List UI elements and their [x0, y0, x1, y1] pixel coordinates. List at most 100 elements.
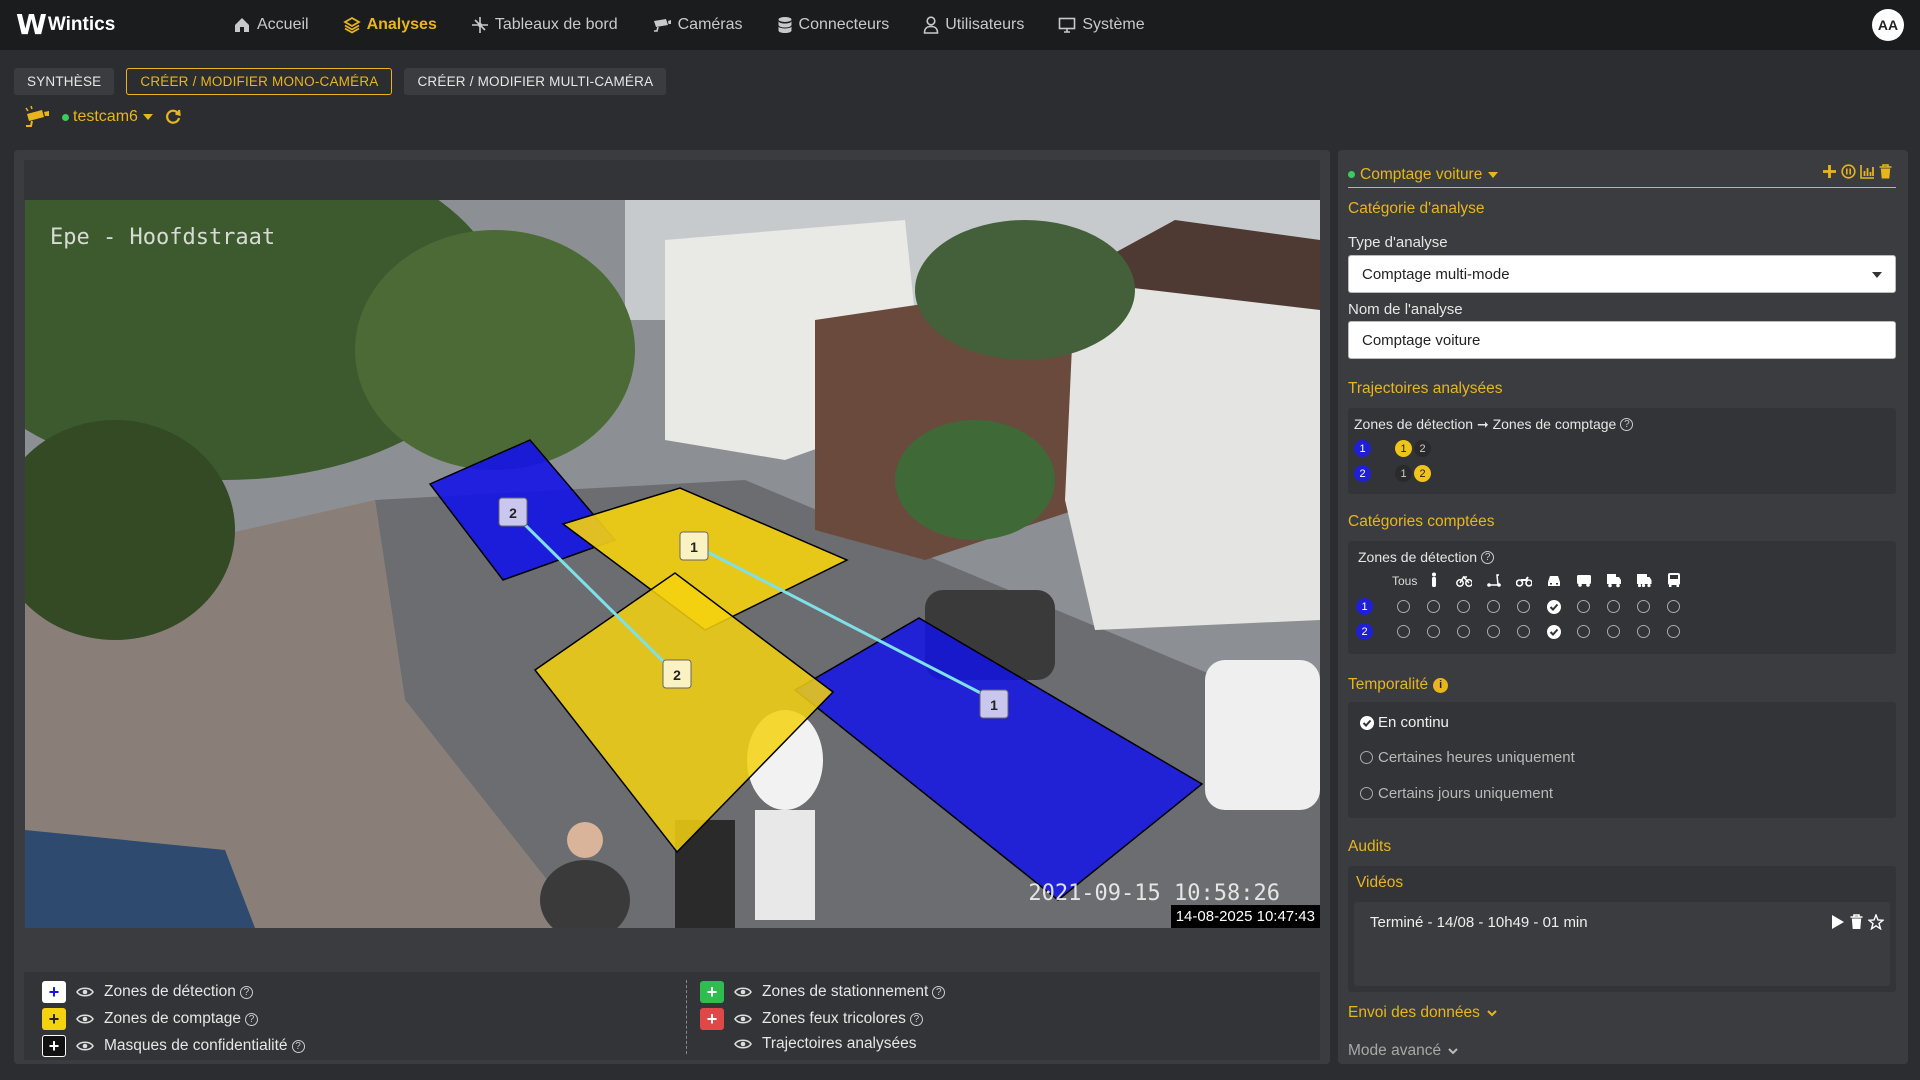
eye-icon[interactable]	[734, 1038, 752, 1050]
category-checkbox[interactable]	[1517, 600, 1530, 613]
detection-zone-badge: 2	[1354, 465, 1371, 482]
video-audit-actions	[1830, 914, 1884, 930]
counting-zone-toggle[interactable]: 1	[1395, 465, 1412, 482]
category-section-title: Catégorie d'analyse	[1348, 200, 1485, 217]
category-checkbox[interactable]	[1397, 625, 1410, 638]
nav-cameras[interactable]: Caméras	[652, 16, 743, 34]
analysis-type-select[interactable]: Comptage multi-mode	[1348, 255, 1896, 293]
help-icon[interactable]: ?	[1620, 418, 1634, 431]
help-icon[interactable]: ?	[239, 985, 253, 999]
nav-analyses[interactable]: Analyses	[342, 16, 437, 34]
eye-icon[interactable]	[76, 1040, 94, 1052]
help-icon[interactable]: ?	[245, 1012, 259, 1026]
nav-label: Caméras	[677, 16, 743, 33]
category-checkbox[interactable]	[1607, 625, 1620, 638]
add-counting-zone-button[interactable]: +	[42, 1008, 66, 1030]
category-checkbox[interactable]	[1427, 625, 1440, 638]
tab-mono-camera[interactable]: CRÉER / MODIFIER MONO-CAMÉRA	[126, 68, 393, 95]
category-checkbox[interactable]	[1487, 625, 1500, 638]
plus-icon[interactable]	[1822, 164, 1837, 179]
send-data-title: Envoi des données	[1348, 1004, 1480, 1021]
temporality-option-continuous[interactable]: En continu	[1360, 714, 1449, 731]
category-checkbox[interactable]	[1637, 600, 1650, 613]
add-parking-zone-button[interactable]: +	[700, 981, 724, 1003]
user-avatar[interactable]: AA	[1872, 9, 1904, 41]
chart-icon[interactable]	[1860, 164, 1875, 179]
scooter-icon	[1487, 574, 1501, 587]
nav-accueil[interactable]: Accueil	[233, 16, 309, 34]
trajectories-header: Zones de détection ➞ Zones de comptage ?	[1354, 416, 1634, 433]
category-checkbox-checked[interactable]	[1547, 625, 1561, 639]
detection-zone-badge: 1	[1354, 440, 1371, 457]
add-privacy-mask-button[interactable]: +	[42, 1035, 66, 1057]
advanced-mode-section[interactable]: Mode avancé	[1348, 1042, 1459, 1060]
star-icon[interactable]	[1868, 914, 1884, 930]
camera-status-dot	[62, 113, 69, 121]
counting-zone-toggle[interactable]: 2	[1414, 440, 1431, 457]
help-icon[interactable]: ?	[1481, 550, 1495, 564]
scene-illustration: 2 1 1 2	[25, 200, 1320, 928]
camera-overlay-time: 2021-09-15 10:58:26	[1028, 881, 1280, 906]
tab-synthese[interactable]: SYNTHÈSE	[14, 68, 115, 95]
eye-icon[interactable]	[76, 1013, 94, 1025]
tab-multi-camera[interactable]: CRÉER / MODIFIER MULTI-CAMÉRA	[404, 68, 667, 95]
temporality-option-hours[interactable]: Certaines heures uniquement	[1360, 749, 1575, 766]
analysis-header[interactable]: Comptage voiture	[1348, 162, 1896, 188]
pause-icon[interactable]	[1841, 164, 1856, 179]
refresh-icon[interactable]	[164, 108, 182, 126]
eye-icon[interactable]	[76, 986, 94, 998]
name-label: Nom de l'analyse	[1348, 301, 1463, 318]
category-checkbox[interactable]	[1667, 600, 1680, 613]
category-checkbox[interactable]	[1577, 600, 1590, 613]
nav-tableaux-de-bord[interactable]: Tableaux de bord	[471, 16, 618, 34]
play-icon[interactable]	[1830, 914, 1845, 930]
counting-zone-toggle[interactable]: 1	[1395, 440, 1412, 457]
help-icon[interactable]: ?	[291, 1039, 305, 1053]
camera-overlay-title: Epe - Hoofdstraat	[50, 225, 276, 250]
analysis-status-dot	[1348, 171, 1355, 178]
bus-icon	[1668, 573, 1680, 587]
legend-privacy: + Masques de confidentialité ?	[42, 1035, 305, 1057]
nav-systeme[interactable]: Système	[1058, 16, 1145, 34]
camera-selector[interactable]: testcam6	[24, 106, 182, 128]
zone-legend: + Zones de détection ? + Zones de compta…	[24, 972, 1320, 1060]
category-checkbox[interactable]	[1667, 625, 1680, 638]
help-icon[interactable]: ?	[932, 985, 946, 999]
category-checkbox[interactable]	[1397, 600, 1410, 613]
chevron-down-icon	[1487, 1010, 1497, 1017]
category-checkbox[interactable]	[1607, 600, 1620, 613]
app-logo[interactable]: W Wintics	[16, 8, 115, 41]
add-detection-zone-button[interactable]: +	[42, 981, 66, 1003]
audits-section-title: Audits	[1348, 838, 1392, 855]
category-checkbox[interactable]	[1577, 625, 1590, 638]
send-data-section[interactable]: Envoi des données	[1348, 1004, 1498, 1022]
category-checkbox[interactable]	[1517, 625, 1530, 638]
camera-view[interactable]: 2 1 1 2 Epe - Hoofdstraat 2021-09-15 10:…	[25, 200, 1320, 928]
analysis-name-input[interactable]: Comptage voiture	[1348, 321, 1896, 359]
dashboard-icon	[471, 17, 488, 33]
category-checkbox-checked[interactable]	[1547, 600, 1561, 614]
category-checkbox[interactable]	[1487, 600, 1500, 613]
trash-icon[interactable]	[1879, 164, 1892, 179]
info-icon[interactable]: i	[1433, 677, 1449, 693]
categories-box: Zones de détection ? Tous 1 2	[1348, 541, 1896, 654]
eye-icon[interactable]	[734, 986, 752, 998]
category-checkbox[interactable]	[1637, 625, 1650, 638]
eye-icon[interactable]	[734, 1013, 752, 1025]
radio-unchecked-icon	[1360, 787, 1373, 800]
category-checkbox[interactable]	[1457, 600, 1470, 613]
nav-connecteurs[interactable]: Connecteurs	[777, 16, 889, 34]
video-panel: 2 1 1 2 Epe - Hoofdstraat 2021-09-15 10:…	[14, 150, 1330, 1064]
legend-parking: + Zones de stationnement ?	[700, 981, 946, 1003]
category-checkbox[interactable]	[1427, 600, 1440, 613]
counting-zone-toggle[interactable]: 2	[1414, 465, 1431, 482]
nav-utilisateurs[interactable]: Utilisateurs	[923, 16, 1024, 34]
category-checkbox[interactable]	[1457, 625, 1470, 638]
trash-icon[interactable]	[1850, 914, 1863, 930]
help-icon[interactable]: ?	[909, 1012, 923, 1026]
add-traffic-light-zone-button[interactable]: +	[700, 1008, 724, 1030]
temporality-option-days[interactable]: Certains jours uniquement	[1360, 785, 1553, 802]
monitor-icon	[1059, 17, 1076, 33]
nav-label: Système	[1082, 16, 1145, 33]
category-all-label: Tous	[1392, 574, 1418, 588]
